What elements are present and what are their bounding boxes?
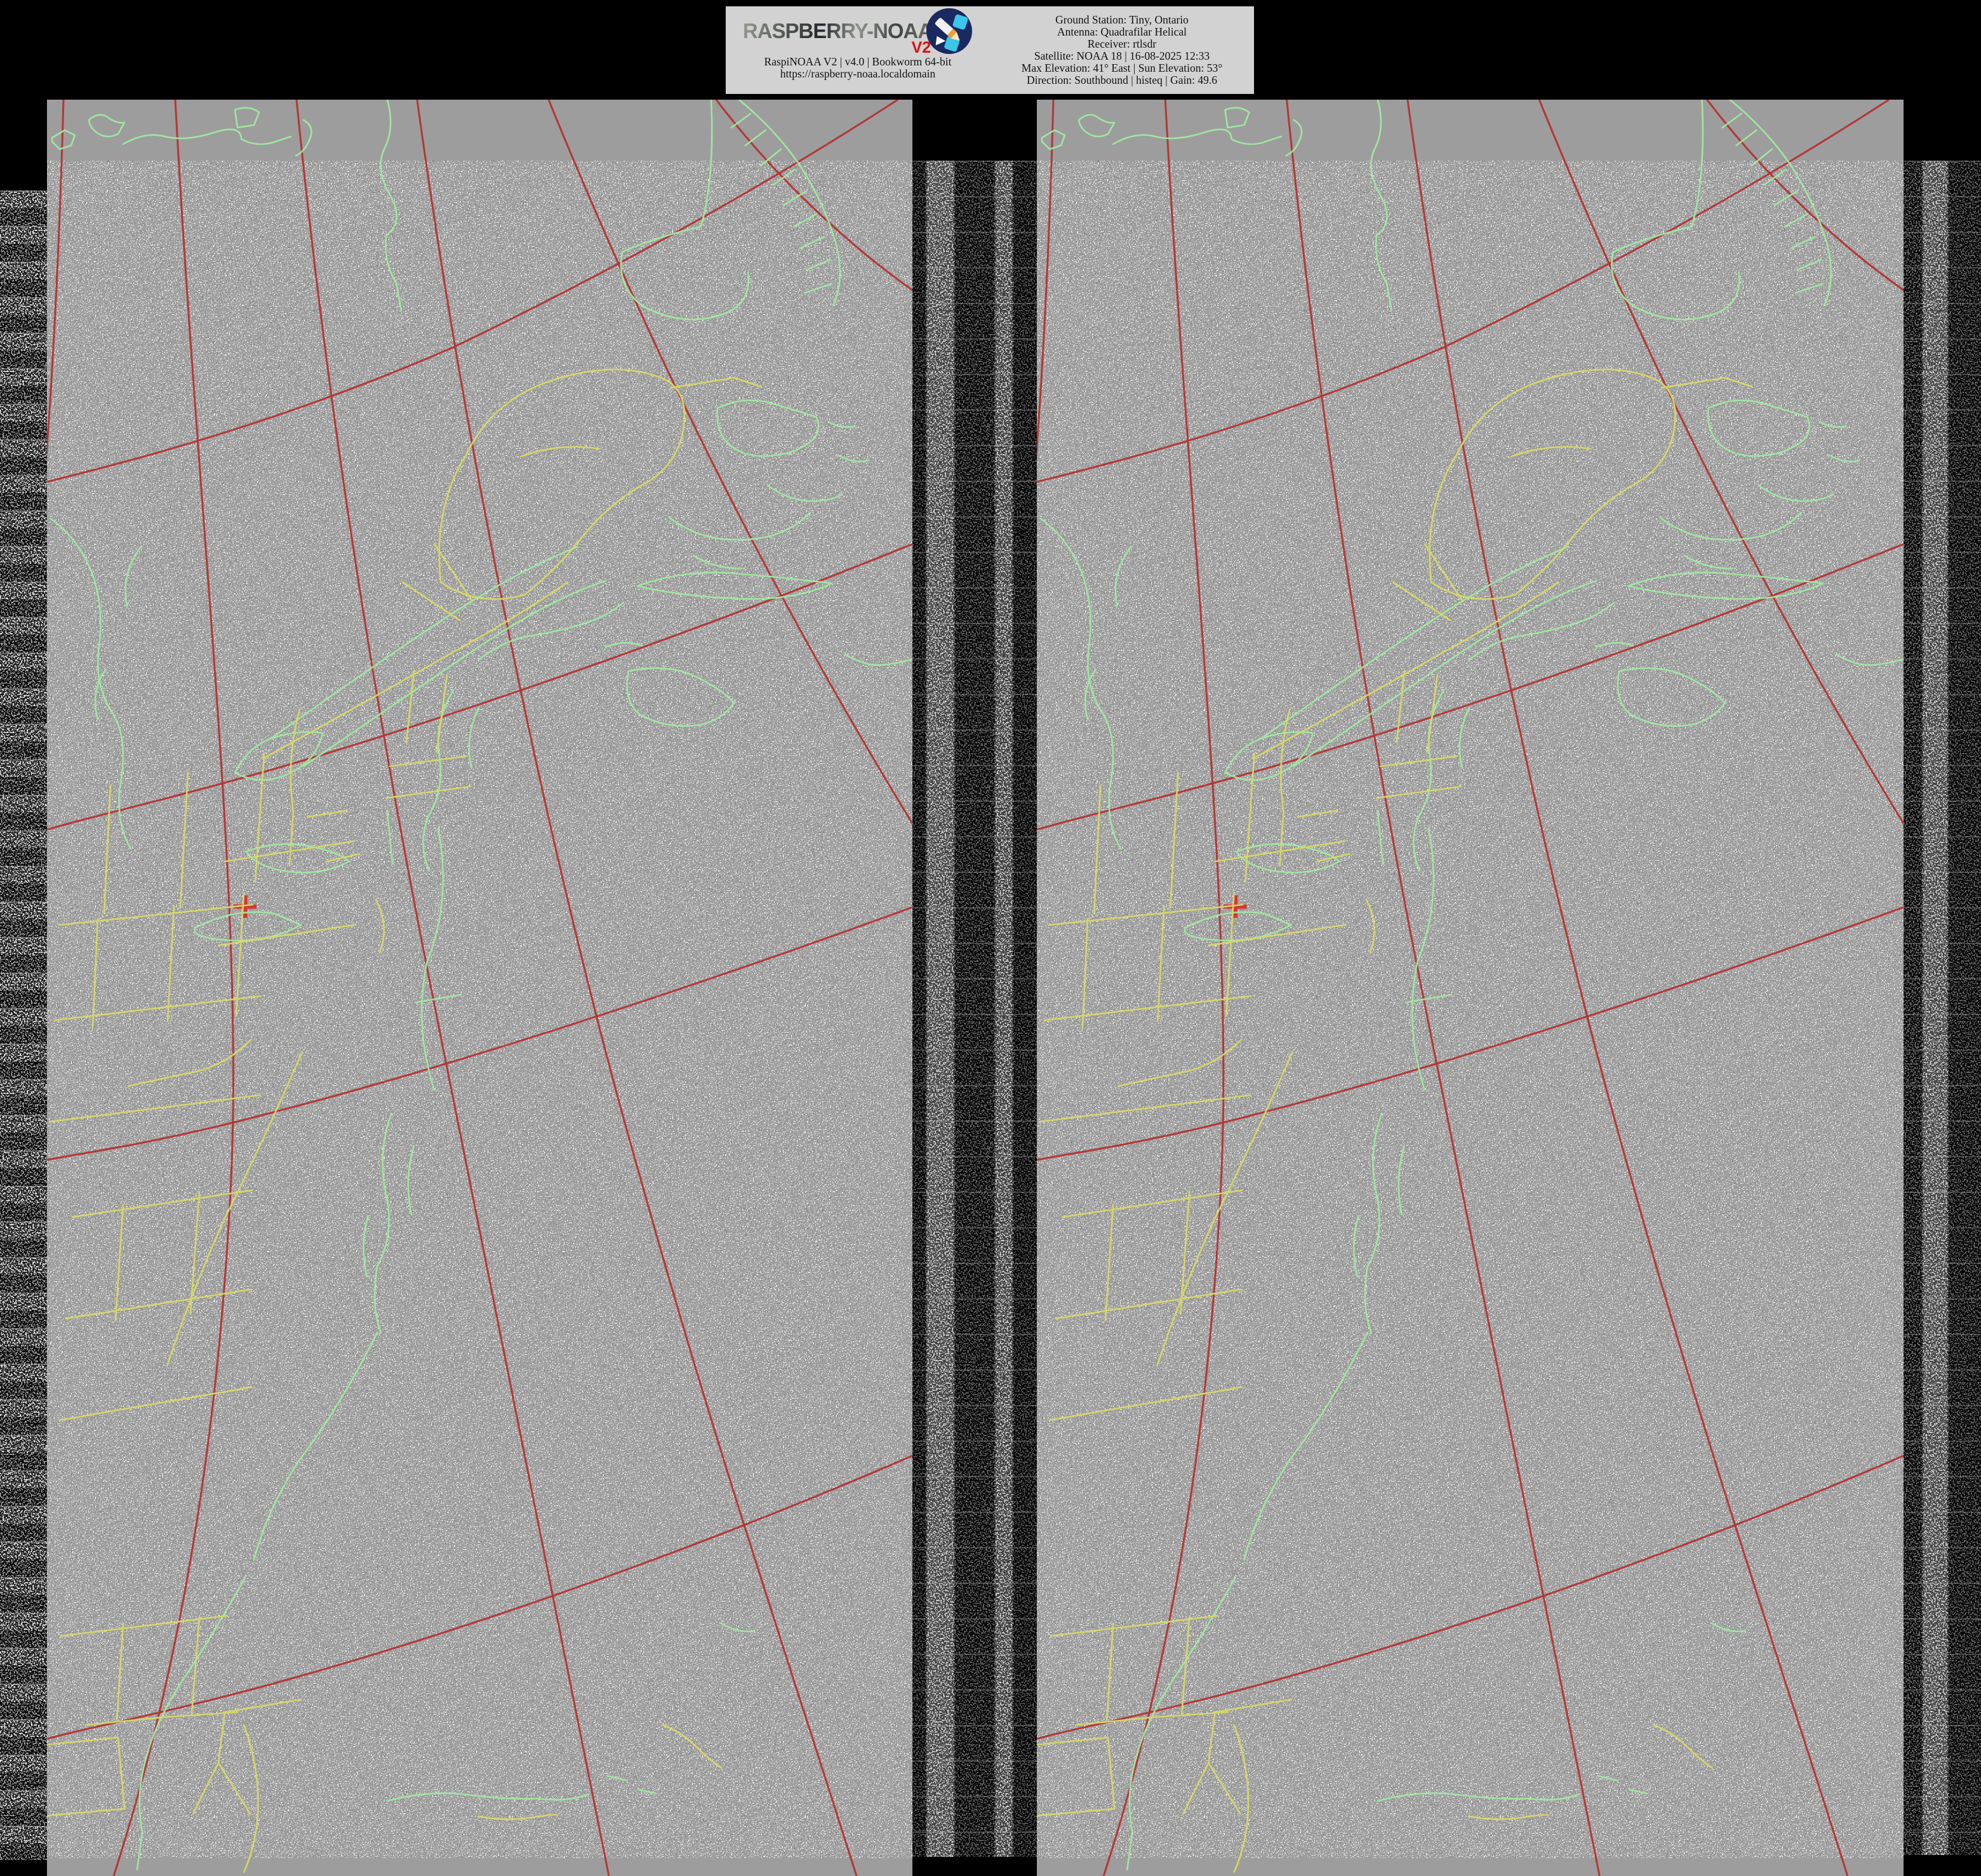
software-version-line: RaspiNOAA V2 | v4.0 | Bookworm 64-bit bbox=[764, 55, 952, 68]
raspberry-noaa-logo: RASPBERRY-NOAA V2 bbox=[743, 6, 973, 56]
satellite-line: Satellite: NOAA 18 | 16-08-2025 12:33 bbox=[1034, 50, 1210, 62]
direction-line: Direction: Southbound | histeq | Gain: 4… bbox=[1026, 74, 1218, 86]
capture-info-header: RASPBERRY-NOAA V2 RaspiNOAA V2 | v4.0 | … bbox=[726, 6, 1254, 94]
satellite-image-channel-a bbox=[47, 100, 912, 1876]
minute-markers-left bbox=[0, 190, 47, 1860]
noise-texture-dark bbox=[1037, 161, 1904, 1858]
noise-texture-dark bbox=[47, 161, 912, 1858]
version-badge: V2 bbox=[911, 39, 931, 57]
ground-station-line: Ground Station: Tiny, Ontario bbox=[1055, 13, 1189, 26]
satellite-logo-icon bbox=[926, 8, 973, 55]
elevation-line: Max Elevation: 41° East | Sun Elevation:… bbox=[1021, 62, 1223, 74]
satellite-image-channel-b bbox=[1037, 100, 1904, 1876]
sync-bar-left bbox=[0, 190, 47, 1860]
sync-bar-right bbox=[1904, 161, 1981, 1855]
station-info-block: Ground Station: Tiny, Ontario Antenna: Q… bbox=[990, 6, 1254, 94]
logo-wordmark: RASPBERRY-NOAA bbox=[743, 6, 933, 56]
receiver-line: Receiver: rtlsdr bbox=[1087, 37, 1157, 50]
minute-markers-right bbox=[1904, 161, 1981, 1855]
sync-bar-middle bbox=[912, 161, 1037, 1857]
minute-markers-middle bbox=[912, 161, 1037, 1857]
branding-block: RASPBERRY-NOAA V2 RaspiNOAA V2 | v4.0 | … bbox=[726, 6, 990, 94]
antenna-line: Antenna: Quadrafilar Helical bbox=[1057, 25, 1187, 38]
local-url-line: https://raspberry-noaa.localdomain bbox=[780, 67, 936, 80]
